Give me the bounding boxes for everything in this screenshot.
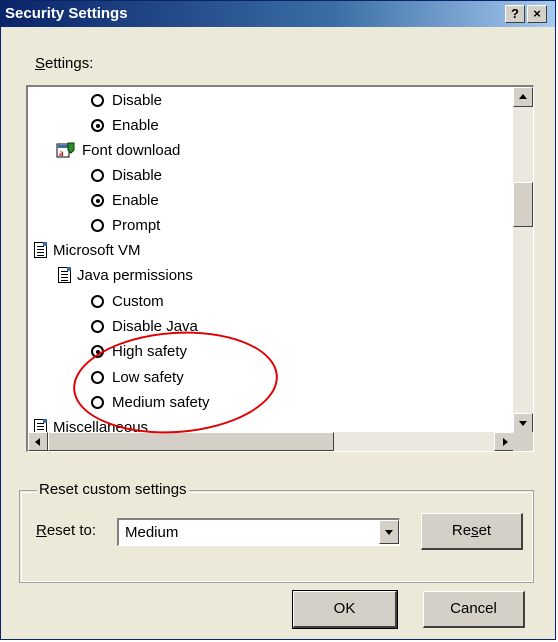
- radio-icon: [91, 371, 104, 384]
- settings-tree-list[interactable]: Disable Enable a Font download Disable E…: [26, 85, 534, 452]
- reset-level-select[interactable]: Medium: [117, 518, 400, 546]
- horizontal-scrollbar[interactable]: [28, 432, 514, 451]
- dropdown-button[interactable]: [379, 520, 399, 544]
- radio-icon: [91, 169, 104, 182]
- radio-icon: [91, 320, 104, 333]
- arrow-right-icon: [503, 438, 508, 446]
- scroll-left-button[interactable]: [28, 432, 48, 451]
- category-miscellaneous: Miscellaneous: [34, 416, 148, 433]
- radio-icon: [91, 219, 104, 232]
- radio-option-disable[interactable]: Disable: [91, 164, 162, 188]
- scroll-up-button[interactable]: [513, 87, 533, 107]
- category-font-download: a Font download: [56, 139, 180, 163]
- radio-icon: [91, 295, 104, 308]
- vertical-scroll-thumb[interactable]: [513, 182, 533, 227]
- radio-option-disable[interactable]: Disable: [91, 89, 162, 113]
- reset-group-legend: Reset custom settings: [37, 481, 189, 498]
- arrow-down-icon: [519, 421, 527, 426]
- vertical-scrollbar[interactable]: [513, 87, 533, 433]
- radio-selected-icon: [91, 345, 104, 358]
- scrollbar-corner: [513, 432, 533, 451]
- scroll-down-button[interactable]: [513, 413, 533, 433]
- radio-option-medium-safety[interactable]: Medium safety: [91, 391, 210, 415]
- category-microsoft-vm: Microsoft VM: [34, 239, 141, 263]
- close-button[interactable]: ×: [527, 5, 547, 23]
- scroll-right-button[interactable]: [494, 432, 514, 451]
- radio-selected-icon: [91, 194, 104, 207]
- title-bar[interactable]: Security Settings ? ×: [1, 1, 555, 27]
- radio-icon: [91, 94, 104, 107]
- horizontal-scroll-thumb[interactable]: [48, 432, 334, 451]
- settings-tree-content: Disable Enable a Font download Disable E…: [28, 87, 514, 433]
- cancel-button[interactable]: Cancel: [423, 591, 525, 628]
- gear-document-icon: [34, 419, 47, 433]
- dialog-title: Security Settings: [5, 5, 128, 22]
- document-icon: [58, 267, 71, 283]
- radio-option-prompt[interactable]: Prompt: [91, 214, 160, 238]
- radio-icon: [91, 396, 104, 409]
- arrow-up-icon: [519, 94, 527, 99]
- font-download-icon: a: [56, 141, 76, 159]
- radio-option-disable-java[interactable]: Disable Java: [91, 315, 198, 339]
- ok-button[interactable]: OK: [292, 590, 398, 629]
- reset-level-value: Medium: [125, 524, 179, 541]
- radio-selected-icon: [91, 119, 104, 132]
- svg-text:a: a: [59, 148, 64, 158]
- settings-label: Settings:: [35, 55, 94, 72]
- radio-option-low-safety[interactable]: Low safety: [91, 366, 184, 390]
- radio-option-enable[interactable]: Enable: [91, 114, 159, 138]
- radio-option-enable[interactable]: Enable: [91, 189, 159, 213]
- arrow-left-icon: [35, 438, 40, 446]
- security-settings-dialog: Security Settings ? × Settings: Disable …: [0, 0, 556, 640]
- document-icon: [34, 242, 47, 258]
- chevron-down-icon: [385, 530, 393, 535]
- reset-to-label: Reset to:: [36, 522, 97, 539]
- help-button[interactable]: ?: [505, 5, 525, 23]
- radio-option-high-safety[interactable]: High safety: [91, 340, 187, 364]
- radio-option-custom[interactable]: Custom: [91, 290, 164, 314]
- reset-button[interactable]: Reset: [421, 513, 523, 550]
- category-java-permissions: Java permissions: [58, 264, 193, 288]
